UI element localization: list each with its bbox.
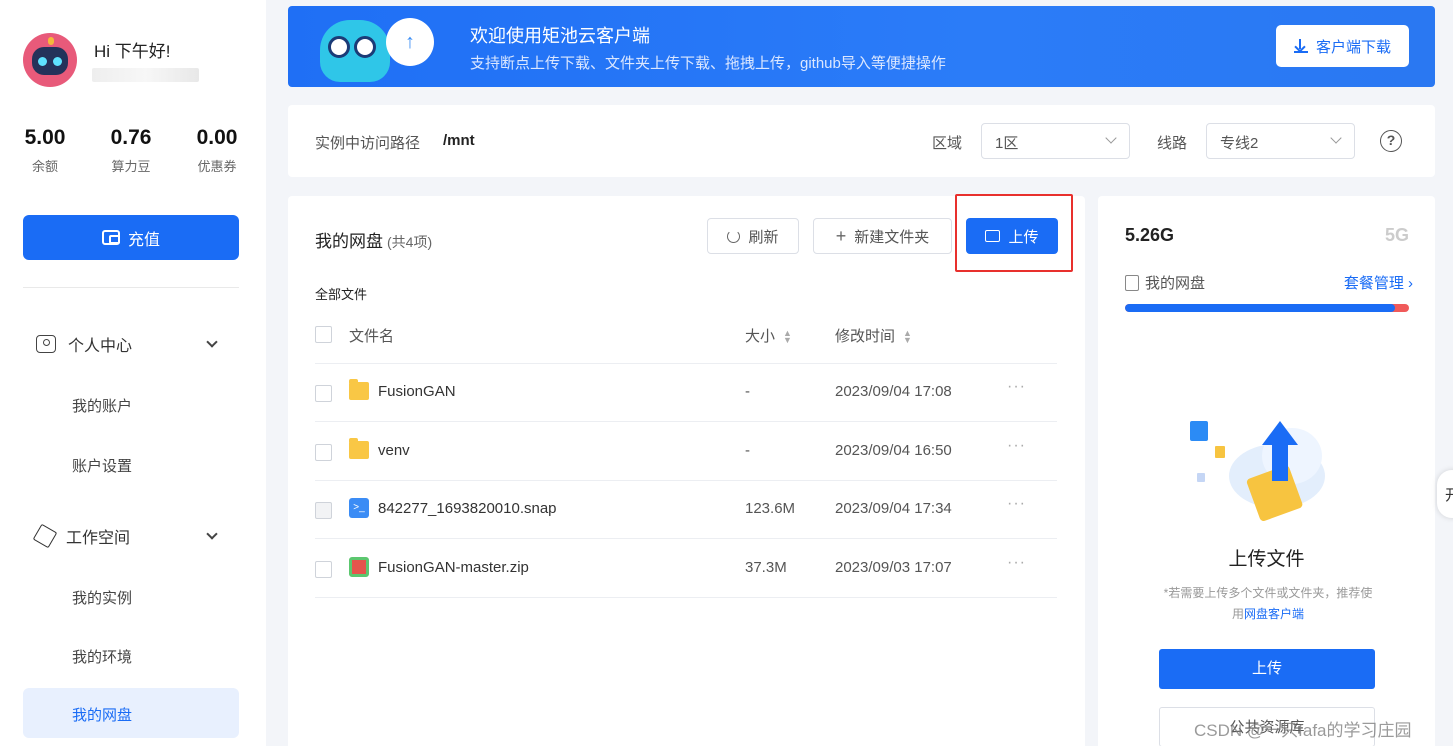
table-row[interactable]: FusionGAN - 2023/09/04 17:08 ···	[315, 364, 1057, 422]
nav-my-environment[interactable]: 我的环境	[72, 646, 132, 667]
item-count: (共4项)	[387, 234, 433, 250]
more-icon[interactable]: ···	[1007, 495, 1026, 513]
folder-icon	[349, 379, 369, 400]
file-name[interactable]: FusionGAN	[378, 383, 456, 400]
line-label: 线路	[1157, 135, 1188, 152]
nav-account-settings[interactable]: 账户设置	[72, 455, 132, 476]
select-all-checkbox[interactable]	[315, 326, 332, 343]
disk-label: 我的网盘	[1125, 272, 1205, 293]
greeting: Hi 下午好!	[94, 42, 171, 61]
chevron-down-icon	[206, 336, 218, 348]
chevron-down-icon	[1105, 132, 1117, 144]
cloud-upload-icon: ↑	[386, 18, 434, 66]
header-time[interactable]: 修改时间 ▲ ▼	[835, 325, 912, 346]
access-path-value: /mnt	[443, 132, 475, 149]
cube-icon	[32, 523, 58, 549]
watermark: CSDN @一只fafa的学习庄园	[1194, 721, 1412, 740]
file-name[interactable]: venv	[378, 442, 410, 459]
nav-personal-center[interactable]: 个人中心	[36, 332, 220, 356]
table-row[interactable]: venv - 2023/09/04 16:50 ···	[315, 423, 1057, 481]
mascot-illustration	[320, 20, 390, 82]
header-name: 文件名	[349, 328, 395, 345]
file-name[interactable]: FusionGAN-master.zip	[378, 559, 529, 576]
table-header: 文件名 大小 ▲ ▼ 修改时间 ▲ ▼	[315, 314, 1057, 364]
upload-illustration	[1190, 421, 1325, 521]
download-icon	[1293, 39, 1308, 53]
more-icon[interactable]: ···	[1007, 378, 1026, 396]
package-management-link[interactable]: 套餐管理 ›	[1344, 272, 1413, 293]
breadcrumb: 全部文件	[315, 287, 368, 302]
table-row[interactable]: FusionGAN-master.zip 37.3M 2023/09/03 17…	[315, 540, 1057, 598]
blurred-username	[92, 68, 199, 82]
client-download-button[interactable]: 客户端下载	[1276, 25, 1409, 67]
line-select[interactable]: 专线2	[1206, 123, 1355, 159]
upload-hint: *若需要上传多个文件或文件夹，推荐使用网盘客户端	[1163, 586, 1373, 621]
file-panel: 我的网盘 (共4项) 刷新 + 新建文件夹 上传 全部文件 文件名 大小 ▲ ▼ 修改…	[288, 194, 1085, 746]
banner-subtitle: 支持断点上传下载、文件夹上传下载、拖拽上传，github导入等便捷操作	[470, 55, 946, 72]
nav-my-disk[interactable]: 我的网盘	[23, 688, 239, 738]
nav-my-instances[interactable]: 我的实例	[72, 587, 132, 608]
storage-progress-fill	[1125, 304, 1395, 312]
sort-icon: ▲ ▼	[783, 328, 792, 346]
nav-workspace[interactable]: 工作空间	[32, 523, 220, 549]
more-icon[interactable]: ···	[1007, 554, 1026, 572]
antenna-decoration	[48, 37, 54, 45]
side-float-tab[interactable]: 开	[1437, 470, 1453, 518]
recharge-button[interactable]: 充值	[23, 215, 239, 260]
highlight-box	[955, 194, 1073, 272]
divider	[23, 287, 239, 288]
storage-total: 5G	[1384, 225, 1409, 245]
banner-title: 欢迎使用矩池云客户端	[470, 26, 650, 46]
path-bar: 实例中访问路径 /mnt 区域 1区 线路 专线2 ?	[288, 105, 1435, 177]
header-size[interactable]: 大小 ▲ ▼	[745, 325, 792, 346]
panel-title: 我的网盘 (共4项)	[315, 232, 433, 251]
wallet-icon	[101, 230, 120, 245]
chevron-down-icon	[206, 528, 218, 540]
refresh-icon	[727, 229, 741, 243]
row-checkbox[interactable]	[315, 502, 332, 519]
stat-coupons: 0.00 优惠券	[196, 126, 238, 174]
region-label: 区域	[932, 135, 963, 152]
new-folder-button[interactable]: + 新建文件夹	[813, 218, 952, 254]
disk-icon	[1125, 274, 1139, 291]
region-select[interactable]: 1区	[981, 123, 1130, 159]
upload-file-button[interactable]: 上传	[1159, 649, 1375, 689]
terminal-file-icon: >_	[349, 498, 369, 518]
row-checkbox[interactable]	[315, 385, 332, 402]
storage-progress-bar	[1125, 304, 1409, 312]
folder-icon	[349, 438, 369, 459]
avatar[interactable]	[23, 33, 77, 87]
refresh-button[interactable]: 刷新	[707, 218, 799, 254]
storage-used: 5.26G	[1125, 225, 1175, 245]
chevron-down-icon	[1330, 132, 1342, 144]
upload-title: 上传文件	[1228, 549, 1305, 570]
user-card-icon	[36, 335, 56, 353]
plus-icon: +	[835, 225, 847, 246]
stat-compute-beans: 0.76 算力豆	[110, 126, 152, 174]
file-name[interactable]: 842277_1693820010.snap	[378, 500, 557, 517]
sidebar: Hi 下午好! 5.00 余额 0.76 算力豆 0.00 优惠券 充值 个人中…	[0, 0, 266, 746]
zip-file-icon	[349, 557, 369, 577]
storage-panel: 5.26G 5G 我的网盘 套餐管理 › 上传文件 *若需要上传多个文件或文件夹…	[1098, 196, 1435, 746]
row-checkbox[interactable]	[315, 561, 332, 578]
stat-balance: 5.00 余额	[24, 126, 66, 174]
client-banner: ↑ 欢迎使用矩池云客户端 支持断点上传下载、文件夹上传下载、拖拽上传，githu…	[288, 6, 1435, 87]
table-row[interactable]: >_ 842277_1693820010.snap 123.6M 2023/09…	[315, 481, 1057, 539]
sort-icon: ▲ ▼	[903, 328, 912, 346]
more-icon[interactable]: ···	[1007, 437, 1026, 455]
nav-my-account[interactable]: 我的账户	[72, 395, 132, 416]
disk-client-link[interactable]: 网盘客户端	[1244, 607, 1304, 621]
help-icon[interactable]: ?	[1380, 130, 1402, 152]
row-checkbox[interactable]	[315, 444, 332, 461]
access-path-label: 实例中访问路径	[315, 135, 421, 152]
